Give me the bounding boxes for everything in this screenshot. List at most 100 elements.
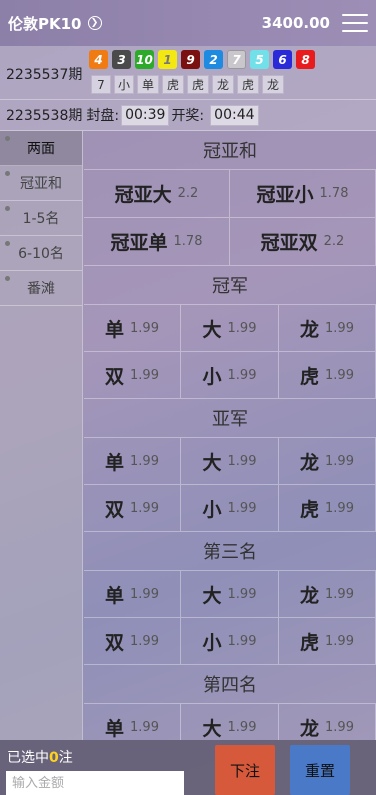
dot-icon <box>5 136 10 141</box>
bet-option[interactable]: 小 1.99 <box>181 352 279 399</box>
sidebar-item-sum[interactable]: 冠亚和 <box>0 166 82 201</box>
bet-odds: 1.99 <box>130 500 159 516</box>
bet-option[interactable]: 单 1.99 <box>84 438 181 485</box>
dot-icon <box>5 206 10 211</box>
category-sidebar: 两面 冠亚和 1-5名 6-10名 番滩 <box>0 131 83 740</box>
bet-option[interactable]: 虎 1.99 <box>279 352 376 399</box>
bet-odds: 1.99 <box>325 367 354 383</box>
bet-name: 龙 <box>300 584 320 607</box>
bet-odds: 2.2 <box>323 234 345 249</box>
bet-odds: 1.99 <box>227 633 257 649</box>
bet-option[interactable]: 龙 1.99 <box>279 438 376 485</box>
bet-option[interactable]: 小 1.99 <box>181 485 279 532</box>
bet-action-bar: 已选中0注 下注 重置 <box>0 740 376 795</box>
bet-option[interactable]: 大 1.99 <box>181 704 279 740</box>
bet-name: 大 <box>202 451 222 474</box>
dot-icon <box>5 276 10 281</box>
bet-name: 冠亚小 <box>256 184 314 206</box>
bet-option[interactable]: 虎 1.99 <box>279 485 376 532</box>
bet-grid-sum: 冠亚大 2.2 冠亚小 1.78 冠亚单 1.78 冠亚双 2.2 <box>84 170 376 266</box>
bet-name: 双 <box>105 365 125 388</box>
place-bet-button[interactable]: 下注 <box>215 745 275 795</box>
bet-option[interactable]: 冠亚双 2.2 <box>230 218 376 266</box>
bet-odds: 1.99 <box>227 320 257 336</box>
result-ball: 4 <box>89 50 108 69</box>
bet-name: 小 <box>202 365 222 388</box>
bet-name: 龙 <box>300 318 320 341</box>
sidebar-item-label: 6-10名 <box>18 246 64 262</box>
bet-name: 冠亚大 <box>114 184 172 206</box>
result-attr: 龙 <box>212 75 234 94</box>
result-ball: 2 <box>204 50 223 69</box>
bet-option[interactable]: 双 1.99 <box>84 485 181 532</box>
reset-button[interactable]: 重置 <box>290 745 350 795</box>
bet-odds: 1.99 <box>227 500 257 516</box>
bet-odds: 1.99 <box>227 586 257 602</box>
bet-odds: 1.99 <box>130 367 159 383</box>
bet-name: 大 <box>202 584 222 607</box>
bet-odds: 1.99 <box>325 633 354 649</box>
bet-option[interactable]: 冠亚小 1.78 <box>230 170 376 218</box>
selected-prefix: 已选中 <box>7 750 49 766</box>
account-balance: 3400.00 <box>261 14 330 32</box>
bet-name: 单 <box>105 318 125 341</box>
bet-option[interactable]: 冠亚大 2.2 <box>84 170 230 218</box>
bet-name: 虎 <box>300 498 320 521</box>
bet-option[interactable]: 小 1.99 <box>181 618 279 665</box>
bet-option[interactable]: 冠亚单 1.78 <box>84 218 230 266</box>
lottery-title-group[interactable]: 伦敦PK10 ❯ <box>8 13 102 34</box>
sidebar-item-label: 番滩 <box>27 281 55 297</box>
result-attr: 虎 <box>237 75 259 94</box>
sidebar-item-fantan[interactable]: 番滩 <box>0 271 82 306</box>
bet-option[interactable]: 双 1.99 <box>84 618 181 665</box>
result-attr: 虎 <box>187 75 209 94</box>
result-attr: 7 <box>91 75 111 94</box>
bet-option[interactable]: 单 1.99 <box>84 305 181 352</box>
bet-odds: 1.99 <box>325 500 354 516</box>
result-attr: 单 <box>137 75 159 94</box>
section-title: 冠亚和 <box>84 131 376 170</box>
bet-odds: 1.99 <box>227 453 257 469</box>
bet-name: 虎 <box>300 365 320 388</box>
bet-option[interactable]: 龙 1.99 <box>279 305 376 352</box>
bet-option[interactable]: 龙 1.99 <box>279 704 376 740</box>
bet-option[interactable]: 大 1.99 <box>181 571 279 618</box>
bet-option[interactable]: 单 1.99 <box>84 571 181 618</box>
section-title: 第三名 <box>84 532 376 571</box>
section-title: 冠军 <box>84 266 376 305</box>
bet-name: 单 <box>105 451 125 474</box>
bet-name: 大 <box>202 717 222 740</box>
result-ball: 6 <box>273 50 292 69</box>
section-title: 第四名 <box>84 665 376 704</box>
sidebar-item-label: 冠亚和 <box>20 176 62 192</box>
bet-name: 双 <box>105 631 125 654</box>
bet-odds: 1.99 <box>130 453 159 469</box>
open-countdown: 00:44 <box>210 104 259 126</box>
bet-name: 双 <box>105 498 125 521</box>
bet-name: 单 <box>105 717 125 740</box>
bet-odds: 1.99 <box>130 586 159 602</box>
bet-option[interactable]: 双 1.99 <box>84 352 181 399</box>
result-ball: 3 <box>112 50 131 69</box>
result-ball: 9 <box>181 50 200 69</box>
amount-input[interactable] <box>6 771 184 795</box>
result-attr: 虎 <box>162 75 184 94</box>
bet-option[interactable]: 单 1.99 <box>84 704 181 740</box>
menu-icon[interactable] <box>342 12 368 34</box>
header-right: 3400.00 <box>262 12 368 34</box>
bet-odds: 1.78 <box>173 234 203 249</box>
close-countdown: 00:39 <box>121 104 170 126</box>
sidebar-item-6-10[interactable]: 6-10名 <box>0 236 82 271</box>
bet-option[interactable]: 大 1.99 <box>181 305 279 352</box>
bet-option[interactable]: 大 1.99 <box>181 438 279 485</box>
betting-panel: 冠亚和 冠亚大 2.2 冠亚小 1.78 冠亚单 1.78 冠亚双 2.2 冠军… <box>84 131 376 740</box>
close-label: 封盘: <box>86 108 120 124</box>
lottery-title: 伦敦PK10 <box>8 14 82 33</box>
sidebar-item-1-5[interactable]: 1-5名 <box>0 201 82 236</box>
sidebar-item-label: 1-5名 <box>22 211 60 227</box>
chevron-right-icon[interactable]: ❯ <box>87 16 102 30</box>
sidebar-item-two-sides[interactable]: 两面 <box>0 131 82 166</box>
result-ball: 7 <box>227 50 246 69</box>
bet-option[interactable]: 虎 1.99 <box>279 618 376 665</box>
bet-option[interactable]: 龙 1.99 <box>279 571 376 618</box>
